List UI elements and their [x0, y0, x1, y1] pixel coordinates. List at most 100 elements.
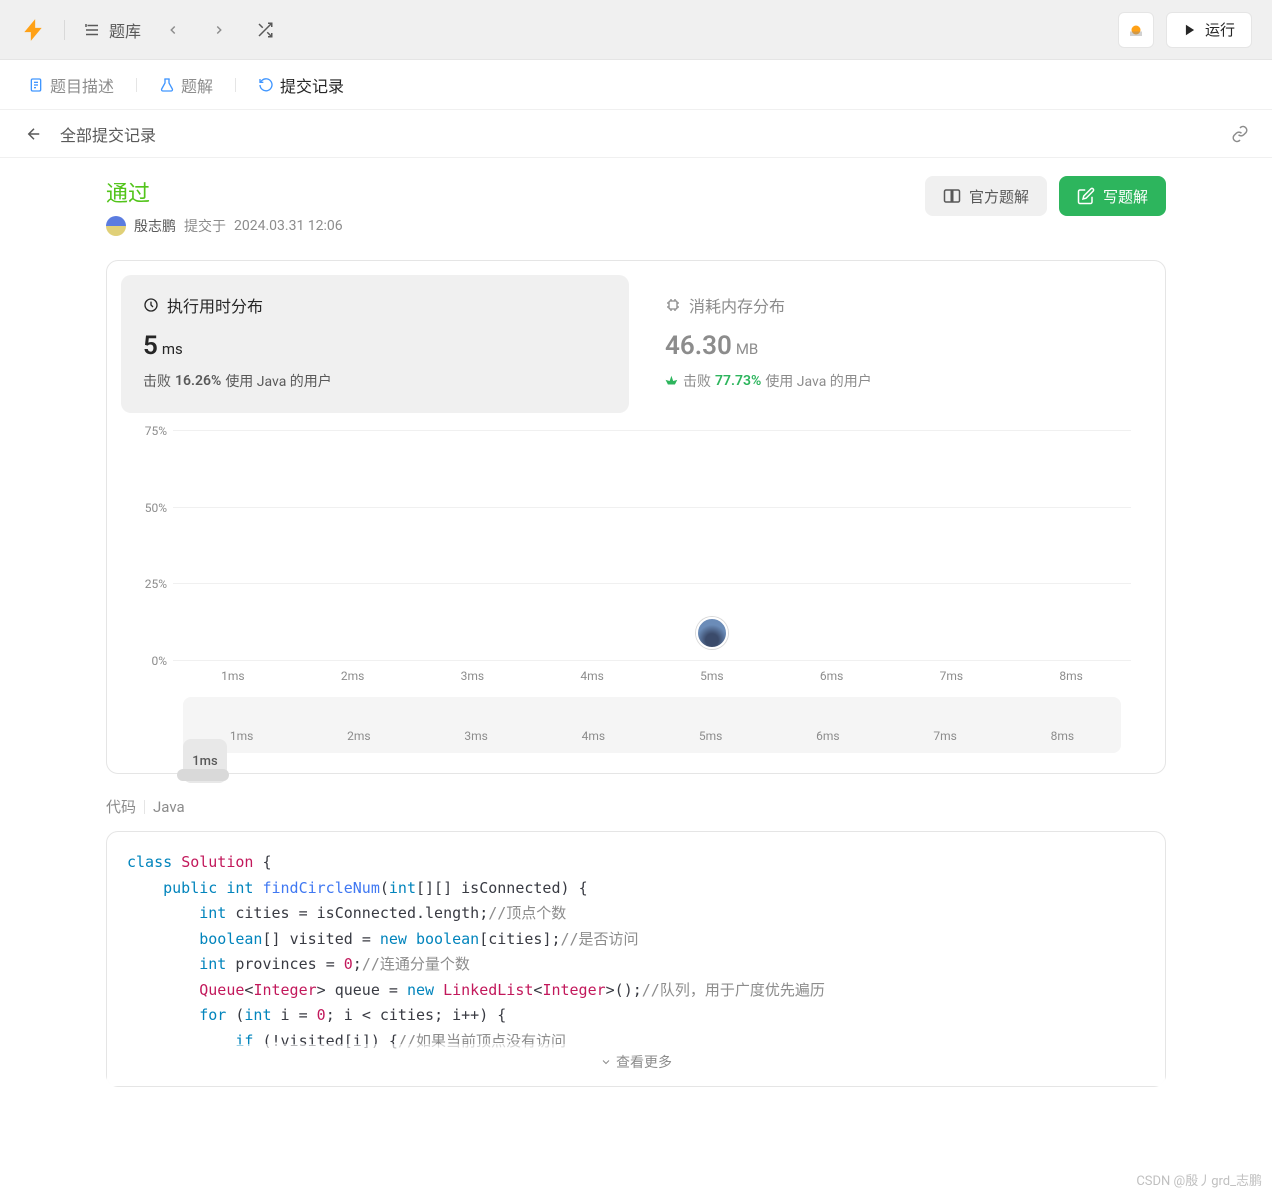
runtime-head: 执行用时分布	[143, 293, 607, 317]
runtime-beat-label: 击败	[143, 371, 171, 391]
runtime-lang-label: 使用 Java 的用户	[225, 371, 331, 391]
subhead-label: 全部提交记录	[60, 122, 156, 146]
chart: 0%25%50%75% 1ms2ms3ms4ms5ms6ms7ms8ms 1ms…	[121, 431, 1151, 753]
problems-link[interactable]: 题库	[83, 18, 141, 42]
runtime-value: 5	[143, 331, 158, 361]
memory-value: 46.30	[665, 331, 732, 361]
problems-label: 题库	[109, 18, 141, 42]
arrow-left-icon	[25, 125, 43, 143]
tab-submissions[interactable]: 提交记录	[258, 73, 344, 97]
chip-icon	[665, 297, 681, 313]
clap-icon	[665, 374, 679, 388]
slider-label: 8ms	[1004, 729, 1121, 749]
slider-label: 7ms	[887, 729, 1004, 749]
slider-track[interactable]: 1ms1ms2ms3ms4ms5ms6ms7ms8ms	[183, 697, 1121, 753]
link-icon	[1231, 125, 1249, 143]
clock-icon	[143, 297, 159, 313]
code: class Solution { public int findCircleNu…	[107, 850, 1165, 1054]
watermark: CSDN @殷丿grd_志鹏	[1136, 1170, 1262, 1189]
slider-label: 2ms	[300, 729, 417, 749]
run-button[interactable]: 运行	[1166, 12, 1252, 48]
submitted-time: 2024.03.31 12:06	[234, 218, 343, 234]
user-row: 殷志鹏 提交于 2024.03.31 12:06	[106, 216, 925, 236]
memory-sub: 击败 77.73% 使用 Java 的用户	[665, 371, 1129, 391]
x-label: 2ms	[293, 661, 413, 683]
slider-label: 5ms	[652, 729, 769, 749]
x-label: 6ms	[772, 661, 892, 683]
code-head: 代码 Java	[106, 796, 1166, 817]
next-button[interactable]	[205, 16, 233, 44]
avatar	[106, 216, 126, 236]
stats-card: 执行用时分布 5 ms 击败 16.26% 使用 Java 的用户 消耗内存分布	[106, 260, 1166, 774]
flask-icon	[159, 77, 175, 93]
code-box: class Solution { public int findCircleNu…	[106, 831, 1166, 1087]
topbar: 题库 运行	[0, 0, 1272, 60]
memory-beat-pct: 77.73%	[715, 373, 761, 389]
runtime-title: 执行用时分布	[167, 293, 263, 317]
official-solution-label: 官方题解	[969, 186, 1029, 207]
subhead-right	[1226, 120, 1254, 148]
doc-icon	[28, 77, 44, 93]
edit-icon	[1077, 187, 1095, 205]
runtime-unit: ms	[162, 340, 183, 358]
memory-unit: MB	[736, 340, 758, 358]
stats-row: 执行用时分布 5 ms 击败 16.26% 使用 Java 的用户 消耗内存分布	[121, 275, 1151, 413]
topbar-right: 运行	[1118, 12, 1252, 48]
tab-description-label: 题目描述	[50, 73, 114, 97]
head-row: 通过 殷志鹏 提交于 2024.03.31 12:06 官方题解 写题解	[106, 176, 1166, 236]
logo	[20, 17, 46, 43]
slider-label: 4ms	[535, 729, 652, 749]
run-label: 运行	[1205, 19, 1235, 40]
status-label: 通过	[106, 176, 925, 208]
x-axis-labels: 1ms2ms3ms4ms5ms6ms7ms8ms	[173, 661, 1131, 683]
play-icon	[1183, 23, 1197, 37]
memory-beat-label: 击败	[683, 371, 711, 391]
prev-button[interactable]	[159, 16, 187, 44]
subhead: 全部提交记录	[0, 110, 1272, 158]
write-solution-button[interactable]: 写题解	[1059, 176, 1166, 216]
x-label: 8ms	[1011, 661, 1131, 683]
back-button[interactable]	[20, 120, 48, 148]
link-button[interactable]	[1226, 120, 1254, 148]
user-marker	[696, 617, 728, 649]
code-lang: Java	[153, 798, 185, 816]
tab-description[interactable]: 题目描述	[28, 73, 114, 97]
x-label: 7ms	[892, 661, 1012, 683]
x-label: 1ms	[173, 661, 293, 683]
runtime-stat[interactable]: 执行用时分布 5 ms 击败 16.26% 使用 Java 的用户	[121, 275, 629, 413]
chevron-left-icon	[166, 23, 180, 37]
tabs: 题目描述 题解 提交记录	[0, 60, 1272, 110]
slider-label: 1ms1ms	[183, 729, 300, 749]
memory-head: 消耗内存分布	[665, 293, 1129, 317]
slider-label: 6ms	[769, 729, 886, 749]
x-label: 4ms	[532, 661, 652, 683]
debug-button[interactable]	[1118, 12, 1154, 48]
bug-icon	[1127, 21, 1145, 39]
runtime-sub: 击败 16.26% 使用 Java 的用户	[143, 371, 607, 391]
title-block: 通过 殷志鹏 提交于 2024.03.31 12:06	[106, 176, 925, 236]
memory-lang-label: 使用 Java 的用户	[765, 371, 871, 391]
tab-submissions-label: 提交记录	[280, 73, 344, 97]
chevron-right-icon	[212, 23, 226, 37]
memory-stat[interactable]: 消耗内存分布 46.30 MB 击败 77.73% 使用 Java 的用户	[643, 275, 1151, 413]
divider	[144, 800, 145, 814]
shuffle-button[interactable]	[251, 16, 279, 44]
bar-chart: 0%25%50%75%	[133, 431, 1131, 661]
official-solution-button[interactable]: 官方题解	[925, 176, 1047, 216]
code-label: 代码	[106, 796, 136, 817]
content: 通过 殷志鹏 提交于 2024.03.31 12:06 官方题解 写题解	[0, 158, 1272, 1087]
submitted-prefix: 提交于	[184, 216, 226, 236]
tab-solution[interactable]: 题解	[159, 73, 213, 97]
list-icon	[83, 21, 101, 39]
slider-mini-thumb[interactable]	[177, 769, 229, 781]
divider	[235, 78, 236, 92]
book-icon	[943, 187, 961, 205]
show-more-button[interactable]: 查看更多	[107, 1044, 1165, 1086]
memory-value-row: 46.30 MB	[665, 331, 1129, 361]
runtime-value-row: 5 ms	[143, 331, 607, 361]
slider-label: 3ms	[418, 729, 535, 749]
chevron-down-icon	[600, 1056, 612, 1068]
runtime-beat-pct: 16.26%	[175, 373, 221, 389]
memory-title: 消耗内存分布	[689, 293, 785, 317]
button-row: 官方题解 写题解	[925, 176, 1166, 216]
